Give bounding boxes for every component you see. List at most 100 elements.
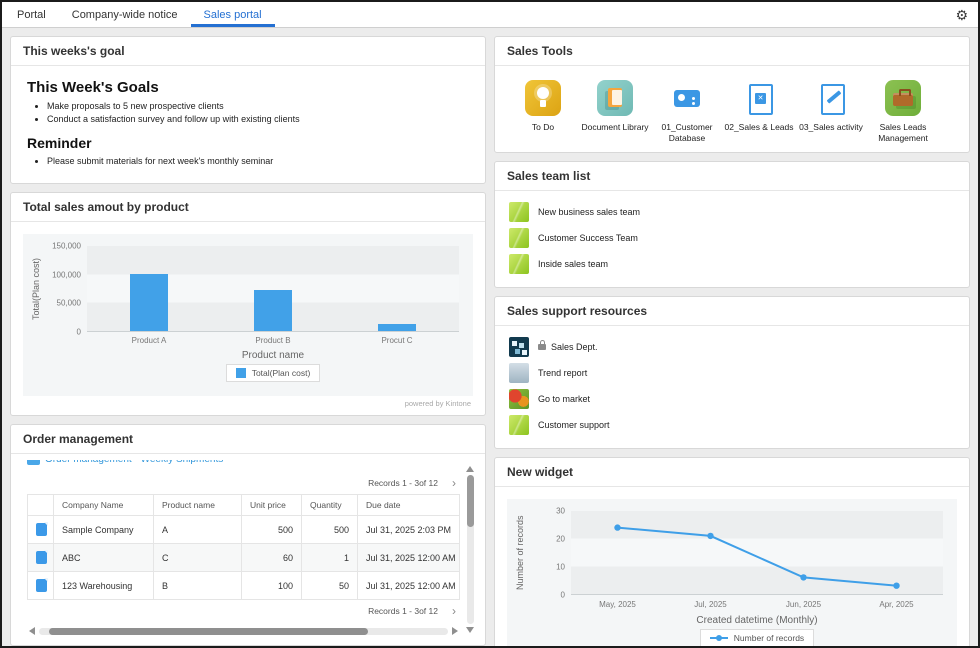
record-file-icon[interactable] <box>36 523 47 536</box>
app-label: Document Library <box>579 122 651 133</box>
resource-list-item[interactable]: Sales Dept. <box>509 334 955 360</box>
table-row[interactable]: ABC C 60 1 Jul 31, 2025 12:00 AM <box>28 544 460 572</box>
quantity-cell: 500 <box>302 516 358 544</box>
table-row[interactable]: Sample Company A 500 500 Jul 31, 2025 2:… <box>28 516 460 544</box>
scroll-up-arrow-icon[interactable] <box>466 466 474 472</box>
product-cell: C <box>154 544 242 572</box>
legend-label: Total(Plan cost) <box>252 368 311 378</box>
widget-title: This weeks's goal <box>11 37 485 66</box>
next-page-chevron-icon[interactable]: › <box>452 605 456 617</box>
bar <box>254 290 292 331</box>
app-shortcut[interactable]: Document Library <box>579 80 651 144</box>
goals-list: Make proposals to 5 new prospective clie… <box>27 101 469 124</box>
scroll-right-arrow-icon[interactable] <box>452 627 458 635</box>
column-header: Due date <box>358 495 460 516</box>
portal-tab[interactable]: Company-wide notice <box>59 2 191 27</box>
bar-plot-area <box>87 246 459 332</box>
company-cell: ABC <box>54 544 154 572</box>
vertical-scrollbar[interactable] <box>465 460 475 635</box>
app-shortcut[interactable]: Sales Leads Management <box>867 80 939 144</box>
team-space-icon <box>509 254 529 274</box>
column-header: Quantity <box>302 495 358 516</box>
app-label: 01_Customer Database <box>651 122 723 144</box>
app-icon <box>525 80 561 116</box>
due-date-cell: Jul 31, 2025 2:03 PM <box>358 516 460 544</box>
settings-gear-icon[interactable]: ⚙ <box>955 8 968 22</box>
team-space-icon <box>509 202 529 222</box>
app-window: Portal Company-wide notice Sales portal … <box>0 0 980 648</box>
quantity-cell: 1 <box>302 544 358 572</box>
app-icon <box>597 80 633 116</box>
company-cell: 123 Warehousing <box>54 572 154 600</box>
order-app-link[interactable]: Order management - Weekly Shipments <box>45 460 223 465</box>
app-label: 03_Sales activity <box>795 122 867 133</box>
widget-title: Order management <box>11 425 485 454</box>
app-shortcut[interactable]: 03_Sales activity <box>795 80 867 144</box>
resource-list-item[interactable]: Customer support <box>509 412 955 438</box>
record-file-icon[interactable] <box>36 551 47 564</box>
team-label: Inside sales team <box>538 259 608 269</box>
order-app-icon <box>27 460 40 465</box>
unit-price-cell: 100 <box>242 572 302 600</box>
portal-tab[interactable]: Sales portal <box>191 2 275 27</box>
records-count-label: Records 1 - 3of 12 <box>368 606 438 616</box>
right-column: Sales Tools To Do Document Library <box>494 36 970 638</box>
app-shortcut-list: To Do Document Library 01_Customer Datab… <box>495 66 969 152</box>
reminder-item: Please submit materials for next week's … <box>47 156 469 166</box>
app-shortcut[interactable]: 02_Sales & Leads <box>723 80 795 144</box>
app-shortcut[interactable]: To Do <box>507 80 579 144</box>
icon-column-header <box>28 495 54 516</box>
portal-tab[interactable]: Portal <box>4 2 59 27</box>
chart-legend: Total(Plan cost) <box>226 364 321 382</box>
table-row[interactable]: 123 Warehousing B 100 50 Jul 31, 2025 12… <box>28 572 460 600</box>
reminder-list: Please submit materials for next week's … <box>27 156 469 166</box>
company-cell: Sample Company <box>54 516 154 544</box>
widget-sales-by-product: Total sales amout by product Total(Plan … <box>10 192 486 416</box>
widget-new-records-chart: New widget Number of records 3020100 May… <box>494 457 970 648</box>
left-column: This weeks's goal This Week's Goals Make… <box>10 36 486 638</box>
resource-list-item[interactable]: Trend report <box>509 360 955 386</box>
column-header: Unit price <box>242 495 302 516</box>
y-axis-label: Number of records <box>513 511 527 595</box>
record-file-icon[interactable] <box>36 579 47 592</box>
goal-item: Conduct a satisfaction survey and follow… <box>47 114 469 124</box>
x-axis-ticks: May, 2025Jul, 2025Jun, 2025Apr, 2025 <box>571 595 943 610</box>
resource-label: Trend report <box>538 368 587 378</box>
team-list-item[interactable]: Customer Success Team <box>509 225 955 251</box>
resource-space-icon <box>509 415 529 435</box>
vertical-scroll-thumb[interactable] <box>467 475 474 527</box>
portal-tab-bar: Portal Company-wide notice Sales portal … <box>2 2 978 28</box>
resource-list-item[interactable]: Go to market <box>509 386 955 412</box>
legend-line-marker-icon <box>710 637 728 639</box>
app-shortcut[interactable]: 01_Customer Database <box>651 80 723 144</box>
horizontal-scroll-thumb[interactable] <box>49 628 368 635</box>
x-axis-label: Product name <box>87 350 459 361</box>
scroll-left-arrow-icon[interactable] <box>29 627 35 635</box>
widget-sales-tools: Sales Tools To Do Document Library <box>494 36 970 153</box>
widget-title: Sales team list <box>495 162 969 191</box>
portal-content: This weeks's goal This Week's Goals Make… <box>2 28 978 646</box>
app-icon <box>813 80 849 116</box>
resource-label: Go to market <box>538 394 590 404</box>
team-list-item[interactable]: New business sales team <box>509 199 955 225</box>
horizontal-scrollbar[interactable] <box>27 627 460 635</box>
team-label: New business sales team <box>538 207 640 217</box>
app-label: To Do <box>507 122 579 133</box>
app-icon <box>669 80 705 116</box>
app-label: 02_Sales & Leads <box>723 122 795 133</box>
team-list-item[interactable]: Inside sales team <box>509 251 955 277</box>
records-line-chart: Number of records 3020100 May, 2025Jul, … <box>495 487 969 648</box>
app-label: Sales Leads Management <box>867 122 939 144</box>
scroll-down-arrow-icon[interactable] <box>466 627 474 633</box>
legend-label: Number of records <box>734 633 804 643</box>
product-cell: A <box>154 516 242 544</box>
widget-order-management: Order management Order management - Week… <box>10 424 486 646</box>
line-plot-area <box>571 511 943 595</box>
column-header: Product name <box>154 495 242 516</box>
sales-bar-chart: Total(Plan cost) 150,000100,00050,0000 P… <box>11 222 485 415</box>
widget-sales-team-list: Sales team list New business sales team … <box>494 161 970 288</box>
resource-space-icon <box>509 363 529 383</box>
reminder-heading: Reminder <box>27 135 469 151</box>
next-page-chevron-icon[interactable]: › <box>452 477 456 489</box>
y-axis-label: Total(Plan cost) <box>29 246 43 332</box>
